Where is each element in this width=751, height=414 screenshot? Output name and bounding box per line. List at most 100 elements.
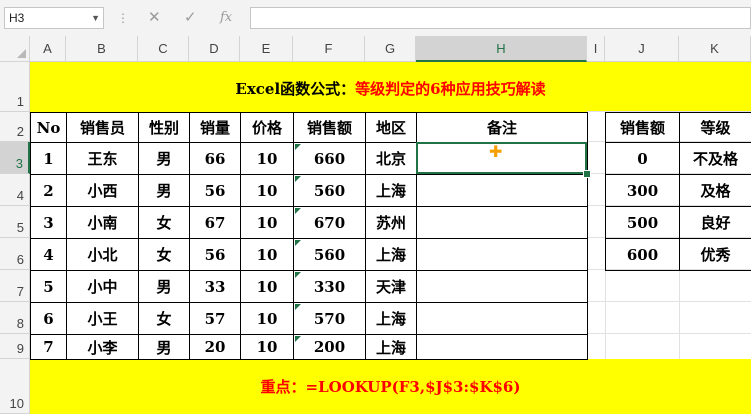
table-cell-h8[interactable] [416,302,588,335]
select-all-button[interactable] [0,36,30,62]
lookup-header-k[interactable]: 等级 [679,112,751,143]
table-cell-a8[interactable]: 6 [30,302,67,335]
table-cell-d9[interactable]: 20 [189,334,241,360]
column-header-h[interactable]: H [416,36,587,62]
table-cell-a4[interactable]: 2 [30,174,67,207]
table-cell-f7[interactable]: 330 [293,270,366,303]
row-header-5[interactable]: 5 [0,206,30,238]
header-cell-c[interactable]: 性别 [138,112,190,143]
table-cell-a3[interactable]: 1 [30,142,67,175]
row-header-2[interactable]: 2 [0,112,30,142]
table-cell-a6[interactable]: 4 [30,238,67,271]
column-header-f[interactable]: F [293,36,365,62]
table-cell-g8[interactable]: 上海 [365,302,417,335]
table-cell-e7[interactable]: 10 [240,270,294,303]
table-cell-d3[interactable]: 66 [189,142,241,175]
table-cell-c6[interactable]: 女 [138,238,190,271]
header-cell-f[interactable]: 销售额 [293,112,366,143]
table-cell-f3[interactable]: 660 [293,142,366,175]
column-header-i[interactable]: I [587,36,605,62]
lookup-cell-j3[interactable]: 0 [605,142,680,175]
table-cell-c4[interactable]: 男 [138,174,190,207]
drag-handle-icon[interactable]: ⋮ [117,11,129,25]
column-header-g[interactable]: G [365,36,416,62]
table-cell-c8[interactable]: 女 [138,302,190,335]
column-header-e[interactable]: E [240,36,293,62]
table-cell-e6[interactable]: 10 [240,238,294,271]
table-cell-b9[interactable]: 小李 [66,334,139,360]
table-cell-e3[interactable]: 10 [240,142,294,175]
table-cell-d5[interactable]: 67 [189,206,241,239]
table-cell-c3[interactable]: 男 [138,142,190,175]
table-cell-b7[interactable]: 小中 [66,270,139,303]
header-cell-g[interactable]: 地区 [365,112,417,143]
lookup-cell-k4[interactable]: 及格 [679,174,751,207]
table-cell-g7[interactable]: 天津 [365,270,417,303]
table-cell-d8[interactable]: 57 [189,302,241,335]
enter-icon[interactable]: ✓ [184,8,197,26]
column-header-j[interactable]: J [605,36,679,62]
table-cell-f9[interactable]: 200 [293,334,366,360]
table-cell-h6[interactable] [416,238,588,271]
table-cell-h7[interactable] [416,270,588,303]
lookup-cell-j6[interactable]: 600 [605,238,680,271]
table-cell-g6[interactable]: 上海 [365,238,417,271]
table-cell-a7[interactable]: 5 [30,270,67,303]
column-header-d[interactable]: D [189,36,240,62]
table-cell-e8[interactable]: 10 [240,302,294,335]
column-header-k[interactable]: K [679,36,751,62]
lookup-header-j[interactable]: 销售额 [605,112,680,143]
lookup-cell-k3[interactable]: 不及格 [679,142,751,175]
table-cell-c5[interactable]: 女 [138,206,190,239]
header-cell-a[interactable]: No [30,112,67,143]
formula-input[interactable] [250,7,751,29]
row-header-1[interactable]: 1 [0,62,30,112]
table-cell-g4[interactable]: 上海 [365,174,417,207]
table-cell-a9[interactable]: 7 [30,334,67,360]
row-header-6[interactable]: 6 [0,238,30,270]
row-header-7[interactable]: 7 [0,270,30,302]
header-cell-e[interactable]: 价格 [240,112,294,143]
table-cell-b5[interactable]: 小南 [66,206,139,239]
row-header-8[interactable]: 8 [0,302,30,334]
table-cell-d7[interactable]: 33 [189,270,241,303]
name-box[interactable]: H3 ▼ [4,7,104,29]
table-cell-b3[interactable]: 王东 [66,142,139,175]
row-header-10[interactable]: 10 [0,359,30,414]
table-cell-f5[interactable]: 670 [293,206,366,239]
chevron-down-icon[interactable]: ▼ [91,8,100,28]
row-header-9[interactable]: 9 [0,334,30,359]
cancel-icon[interactable]: ✕ [148,8,161,26]
table-cell-f4[interactable]: 560 [293,174,366,207]
column-header-a[interactable]: A [30,36,66,62]
table-cell-b4[interactable]: 小西 [66,174,139,207]
lookup-cell-j4[interactable]: 300 [605,174,680,207]
table-cell-f6[interactable]: 560 [293,238,366,271]
lookup-cell-k5[interactable]: 良好 [679,206,751,239]
header-cell-d[interactable]: 销量 [189,112,241,143]
fill-handle[interactable] [583,170,591,178]
table-cell-b8[interactable]: 小王 [66,302,139,335]
table-cell-d6[interactable]: 56 [189,238,241,271]
header-cell-h[interactable]: 备注 [416,112,588,143]
table-cell-c7[interactable]: 男 [138,270,190,303]
table-cell-g9[interactable]: 上海 [365,334,417,360]
table-cell-d4[interactable]: 56 [189,174,241,207]
table-cell-b6[interactable]: 小北 [66,238,139,271]
table-cell-h4[interactable] [416,174,588,207]
table-cell-e4[interactable]: 10 [240,174,294,207]
header-cell-b[interactable]: 销售员 [66,112,139,143]
table-cell-f8[interactable]: 570 [293,302,366,335]
row-header-4[interactable]: 4 [0,174,30,206]
table-cell-c9[interactable]: 男 [138,334,190,360]
table-cell-e5[interactable]: 10 [240,206,294,239]
table-cell-a5[interactable]: 3 [30,206,67,239]
fx-icon[interactable]: fx [220,10,232,25]
lookup-cell-j5[interactable]: 500 [605,206,680,239]
table-cell-e9[interactable]: 10 [240,334,294,360]
column-header-b[interactable]: B [66,36,138,62]
table-cell-g5[interactable]: 苏州 [365,206,417,239]
row-header-3[interactable]: 3 [0,142,30,174]
column-header-c[interactable]: C [138,36,189,62]
lookup-cell-k6[interactable]: 优秀 [679,238,751,271]
